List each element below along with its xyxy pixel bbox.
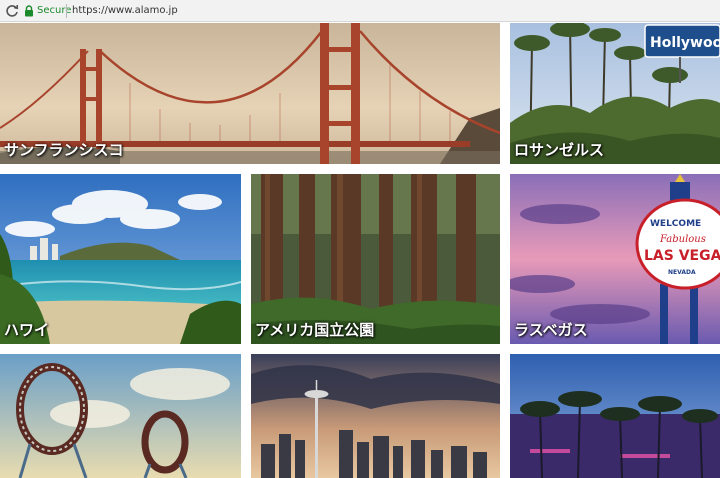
lock-icon <box>25 5 33 17</box>
tile-national-parks[interactable]: アメリカ国立公園 <box>251 174 500 344</box>
tile-label: ロサンゼルス <box>514 141 605 159</box>
hollywood-sign-text: Hollywood <box>650 35 720 51</box>
tile-label: アメリカ国立公園 <box>255 321 375 339</box>
sign-fabulous-text: Fabulous <box>659 234 706 245</box>
sign-city-text: LAS VEGAS <box>644 248 720 264</box>
tile-label: ラスベガス <box>514 321 588 339</box>
reload-icon[interactable] <box>4 3 20 19</box>
tile-las-vegas[interactable]: WELCOME Fabulous LAS VEGAS NEVADA ラスベガス <box>510 174 720 344</box>
secure-indicator[interactable]: Secure <box>24 4 71 18</box>
tile-los-angeles[interactable]: Hollywood ロサンゼルス <box>510 23 720 164</box>
tile-label: ハワイ <box>4 321 50 339</box>
sign-welcome-text: WELCOME <box>650 219 701 229</box>
tile-orlando[interactable] <box>0 354 241 478</box>
tile-label: サンフランシスコ <box>4 141 124 159</box>
address-separator <box>66 4 67 18</box>
sign-state-text: NEVADA <box>668 269 696 276</box>
tile-seattle[interactable] <box>251 354 500 478</box>
miami-palms-image <box>510 354 720 478</box>
tile-hawaii[interactable]: ハワイ <box>0 174 241 344</box>
roller-coaster-image <box>0 354 241 478</box>
url-text[interactable]: https://www.alamo.jp <box>72 4 178 18</box>
seattle-skyline-image <box>251 354 500 478</box>
browser-address-bar: Secure https://www.alamo.jp <box>0 0 720 22</box>
tile-san-francisco[interactable]: サンフランシスコ <box>0 23 500 164</box>
tile-miami[interactable] <box>510 354 720 478</box>
